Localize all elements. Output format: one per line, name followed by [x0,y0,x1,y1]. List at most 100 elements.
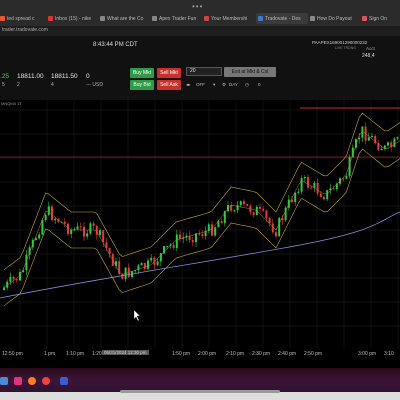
candle-body [3,287,5,290]
candle-body [92,223,95,227]
candle-body [67,223,69,234]
candle-body [121,274,124,280]
candle-body [83,226,85,237]
candle-body [41,220,44,235]
candle-body [303,177,306,179]
candle-body [265,210,268,219]
buy-bid-button[interactable]: Buy Bid [130,80,154,90]
candle-body [143,263,146,269]
position-pnl: --- USD [86,82,103,88]
candle-body [297,191,300,193]
tab-3[interactable]: What are the Co [100,13,150,24]
favicon-icon [362,16,367,21]
sell-ask-button[interactable]: Sell Ask [157,80,181,90]
clock-icon[interactable]: ◷ [245,82,249,88]
candle-body [95,226,98,235]
exit-all-button[interactable]: Exit at Mkt & Cxl [224,67,276,77]
tab-2[interactable]: Inbox (15) - nike [48,13,98,24]
candle-body [54,218,57,221]
time-label: 1:20 [92,351,102,357]
time-label: 2:50 pm [304,351,323,357]
favicon-icon [204,16,209,21]
url-text: trader.tradovate.com [2,27,48,33]
candle-body [140,263,143,266]
tab-1[interactable]: ted spread c [0,13,46,24]
settings-icon[interactable]: ⚙ [222,82,226,88]
candle-body [262,208,265,211]
candle-body [76,226,79,230]
candle-body [86,233,89,237]
sell-market-button[interactable]: Sell Mkt [157,68,181,78]
candle-body [287,199,290,208]
time-label: 1:10 pm [66,351,85,357]
home-indicator [120,390,280,393]
candle-body [44,214,47,221]
position-qty: 0 [86,73,90,80]
candle-body [99,230,101,235]
app-icon[interactable] [14,377,22,385]
tradovate-favicon-icon [258,16,263,21]
price-offset: 0 [258,82,261,87]
time-label: 1 pm [44,351,56,357]
favicon-icon [310,16,315,21]
ask-size: 4 [51,82,54,88]
moving-average-line [0,211,400,299]
candle-body [300,178,303,192]
mouse-cursor-icon [133,309,141,322]
candle-body [211,224,213,236]
band-upper-line [3,112,400,271]
candle-body [387,142,389,146]
candle-body [332,188,335,190]
candle-body [310,187,313,189]
oco-toggle[interactable]: OFF [196,82,205,87]
tab-7[interactable]: How Do Payout [310,13,360,24]
tab-8[interactable]: Sign On [362,13,400,24]
chevron-icon[interactable]: ◂▸ [186,82,191,88]
candle-body [89,223,92,234]
tradovate-icon[interactable] [60,377,68,385]
candle-body [323,196,325,200]
tab-4[interactable]: Apex Trader Fun [152,13,202,24]
screen: ••• ted spread c Inbox (15) - nike What … [0,0,400,400]
candle-body [239,201,242,206]
account-symbol[interactable]: PAAPEX169001290000232 [312,40,367,45]
last-change: .25 [0,73,10,80]
dropdown-icon[interactable]: ▾ [213,82,215,88]
candle-body [307,177,309,188]
time-label: 2:00 pm [198,351,217,357]
candle-body [243,201,245,205]
candle-body [326,190,329,200]
firefox-icon[interactable] [28,377,36,385]
candle-body [214,227,217,236]
candle-body [9,277,12,282]
candle-body [371,136,373,138]
candle-body [179,234,181,239]
candle-body [175,234,178,249]
buy-market-button[interactable]: Buy Mkt [130,68,154,78]
candle-body [345,176,348,179]
candle-body [51,206,53,221]
quantity-input[interactable]: 20 [186,67,222,76]
favicon-icon [0,16,5,21]
tab-6-active[interactable]: Tradovate - Des [256,13,308,24]
tab-5[interactable]: Your Membershi [204,13,254,24]
time-label: 12:50 pm [2,351,23,357]
finder-icon[interactable] [0,377,8,385]
price-chart[interactable] [0,100,400,362]
candle-body [207,224,210,231]
ask-price[interactable]: 18811.50 [51,73,78,80]
candle-body [396,137,399,139]
bid-size: 2 [17,82,20,88]
bid-price[interactable]: 18811.00 [17,73,44,80]
candle-body [294,192,297,203]
window-menu-dots[interactable]: ••• [192,2,203,11]
candle-body [38,234,41,239]
address-bar[interactable]: trader.tradovate.com [0,26,400,36]
tif-select[interactable]: DAY [229,82,238,87]
chrome-icon[interactable] [42,377,50,385]
candle-body [191,240,194,243]
time-label: 3:00 pm [358,351,377,357]
candle-body [393,138,396,147]
time-label: 2:40 pm [278,351,297,357]
candle-body [259,206,261,209]
